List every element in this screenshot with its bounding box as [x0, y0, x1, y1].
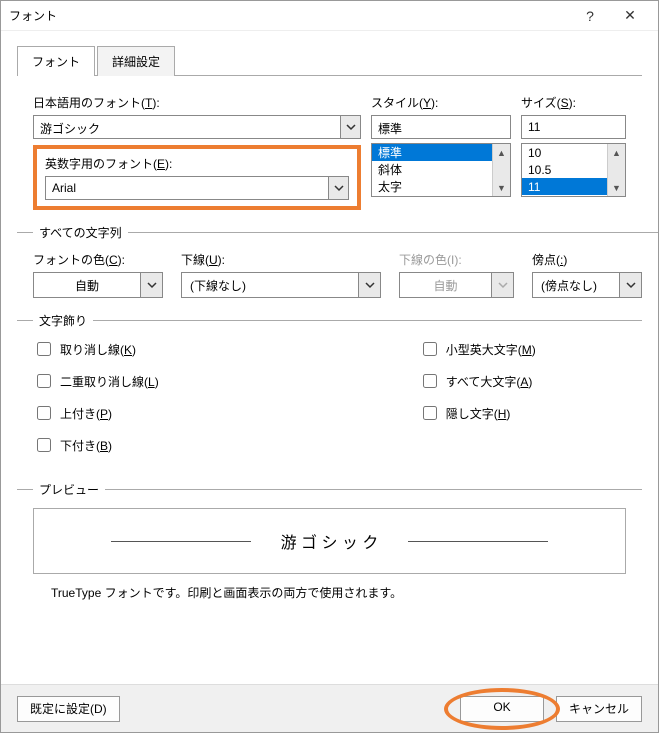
list-item[interactable]: 11	[522, 178, 607, 195]
style-listbox[interactable]: 標準 斜体 太字 ▲ ▼	[371, 143, 511, 197]
list-item[interactable]: 標準	[372, 144, 492, 161]
strike-checkbox[interactable]: 取り消し線(K)	[33, 339, 159, 359]
size-label: サイズ(S):	[521, 94, 626, 111]
dialog-footer: 既定に設定(D) OK キャンセル	[1, 684, 658, 732]
list-item[interactable]: 太字	[372, 178, 492, 195]
decoration-group: 文字飾り 取り消し線(K) 二重取り消し線(L) 上付き(P) 下付き(B) 小…	[17, 312, 642, 467]
chevron-down-icon	[619, 273, 641, 297]
subscript-checkbox[interactable]: 下付き(B)	[33, 435, 159, 455]
font-dialog: フォント ? ✕ フォント 詳細設定 日本語用のフォント(T): 游ゴシック 英…	[0, 0, 659, 733]
double-strike-checkbox[interactable]: 二重取り消し線(L)	[33, 371, 159, 391]
allcaps-checkbox[interactable]: すべて大文字(A)	[419, 371, 536, 391]
dialog-title: フォント	[9, 7, 570, 24]
list-item[interactable]: 10.5	[522, 161, 607, 178]
preview-note: TrueType フォントです。印刷と画面表示の両方で使用されます。	[51, 584, 626, 601]
chevron-down-icon	[140, 273, 162, 297]
chevron-down-icon	[491, 273, 513, 297]
preview-group: プレビュー 游 ゴ シ ッ ク TrueType フォントです。印刷と画面表示の…	[17, 481, 642, 601]
titlebar: フォント ? ✕	[1, 1, 658, 31]
style-label: スタイル(Y):	[371, 94, 511, 111]
hidden-checkbox[interactable]: 隠し文字(H)	[419, 403, 536, 423]
all-text-group: すべての文字列 フォントの色(C): 自動 下線(U): (下線なし)	[17, 224, 658, 298]
scroll-down-icon: ▼	[608, 179, 625, 196]
jp-font-combo[interactable]: 游ゴシック	[33, 115, 361, 139]
preview-sample: 游 ゴ シ ッ ク	[251, 529, 409, 553]
smallcaps-checkbox[interactable]: 小型英大文字(M)	[419, 339, 536, 359]
jp-font-label: 日本語用のフォント(T):	[33, 94, 361, 111]
size-input[interactable]: 11	[521, 115, 626, 139]
size-listbox[interactable]: 10 10.5 11 ▲ ▼	[521, 143, 626, 197]
tab-advanced[interactable]: 詳細設定	[97, 46, 175, 76]
chevron-down-icon	[358, 273, 380, 297]
style-input[interactable]: 標準	[371, 115, 511, 139]
latin-font-label: 英数字用のフォント(E):	[45, 155, 349, 172]
preview-box: 游 ゴ シ ッ ク	[33, 508, 626, 574]
scrollbar[interactable]: ▲ ▼	[492, 144, 510, 196]
ok-button[interactable]: OK	[460, 696, 544, 722]
chevron-down-icon[interactable]	[329, 176, 349, 200]
scroll-up-icon: ▲	[493, 144, 510, 161]
cancel-button[interactable]: キャンセル	[556, 696, 642, 722]
superscript-checkbox[interactable]: 上付き(P)	[33, 403, 159, 423]
chevron-down-icon[interactable]	[341, 115, 361, 139]
emphasis-dropdown[interactable]: (傍点なし)	[532, 272, 642, 298]
tab-font[interactable]: フォント	[17, 46, 95, 76]
list-item[interactable]: 斜体	[372, 161, 492, 178]
highlighted-latin-font: 英数字用のフォント(E): Arial	[33, 145, 361, 210]
underline-dropdown[interactable]: (下線なし)	[181, 272, 381, 298]
scroll-up-icon: ▲	[608, 144, 625, 161]
scrollbar[interactable]: ▲ ▼	[607, 144, 625, 196]
underline-color-dropdown: 自動	[399, 272, 514, 298]
font-color-dropdown[interactable]: 自動	[33, 272, 163, 298]
scroll-down-icon: ▼	[493, 179, 510, 196]
list-item[interactable]: 10	[522, 144, 607, 161]
help-icon[interactable]: ?	[570, 8, 610, 24]
close-icon[interactable]: ✕	[610, 7, 650, 24]
latin-font-combo[interactable]: Arial	[45, 176, 349, 200]
set-default-button[interactable]: 既定に設定(D)	[17, 696, 120, 722]
tab-strip: フォント 詳細設定	[17, 45, 642, 76]
